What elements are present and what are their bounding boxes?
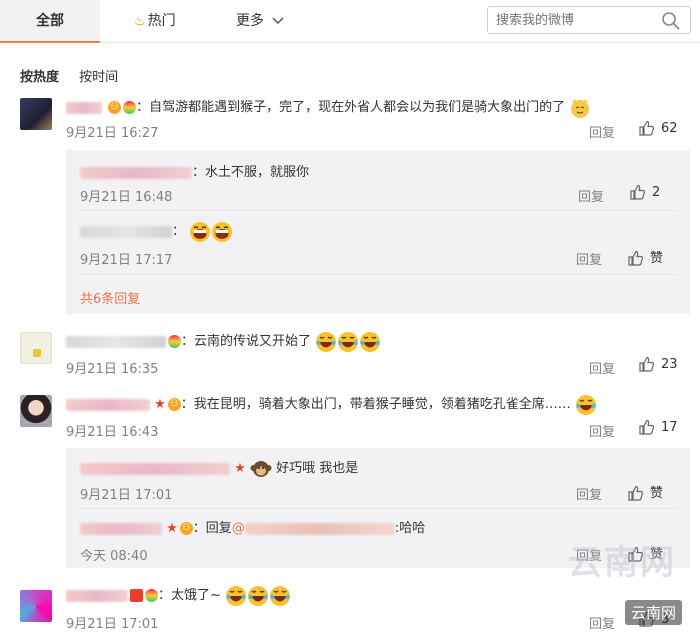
star-icon: ★ <box>234 461 246 476</box>
divider <box>80 274 678 275</box>
divider <box>80 508 678 509</box>
tab-more-label: 更多 <box>236 13 264 29</box>
comment-time: 9月21日 16:35 <box>66 362 159 377</box>
laugh-emoji-icon <box>212 221 233 242</box>
reply-button[interactable]: 回复 <box>589 421 615 440</box>
subreply-time: 9月21日 16:48 <box>80 190 173 205</box>
comment-time: 9月21日 16:27 <box>66 126 159 141</box>
reply-button[interactable]: 回复 <box>589 358 615 377</box>
comment-text: ⚇ ：自驾游都能遇到猴子，完了，现在外省人都会以为我们是骑大象出门的了 <box>66 96 591 119</box>
comment-time: 9月21日 17:01 <box>66 617 159 632</box>
laugh-emoji-icon <box>190 221 211 242</box>
sort-options: 按热度 按时间 <box>20 66 134 85</box>
laugh-cry-emoji-icon <box>226 585 247 606</box>
laugh-cry-emoji-icon <box>575 394 596 415</box>
subreply-time: 9月21日 17:17 <box>80 253 173 268</box>
tab-more[interactable]: 更多 <box>236 0 284 42</box>
sort-by-time[interactable]: 按时间 <box>79 70 118 85</box>
avatar[interactable] <box>20 590 52 622</box>
avatar[interactable] <box>20 332 52 364</box>
username[interactable] <box>66 335 166 348</box>
comment-time: 9月21日 16:43 <box>66 425 159 440</box>
star-icon: ★ <box>154 397 166 412</box>
username[interactable] <box>80 225 172 238</box>
subreply-text: ： <box>80 220 233 243</box>
username[interactable] <box>80 462 230 475</box>
monkey-emoji-icon <box>250 460 272 477</box>
reply-button[interactable]: 回复 <box>576 484 602 503</box>
vip-icon: ⚇ <box>167 398 181 411</box>
avatar[interactable] <box>20 395 52 427</box>
mention-link[interactable]: @ <box>232 521 245 536</box>
thumbs-up-icon <box>639 356 655 372</box>
tab-hot-label: 热门 <box>147 13 176 29</box>
vip-icon <box>130 589 143 602</box>
subreply-time: 9月21日 17:01 <box>80 488 173 503</box>
like-button[interactable]: 赞 <box>627 247 663 267</box>
like-button[interactable]: 62 <box>638 120 678 137</box>
like-button[interactable]: 2 <box>629 184 660 201</box>
subreply-text: ★ 好巧哦 我也是 <box>80 457 358 480</box>
tab-all[interactable]: 全部 <box>0 0 100 43</box>
subreply-text: ★ ⚇ ：回复@:哈哈 <box>80 517 425 536</box>
reply-button[interactable]: 回复 <box>576 249 602 268</box>
medal-icon <box>145 589 158 602</box>
search-input[interactable] <box>488 7 664 33</box>
reply-button[interactable]: 回复 <box>589 122 615 141</box>
comment-text: ★ ⚇ ：我在昆明，骑着大象出门，带着猴子睡觉，领着猪吃孔雀全席…… <box>66 393 597 416</box>
sort-by-hot[interactable]: 按热度 <box>20 70 59 85</box>
like-button[interactable]: 17 <box>638 419 678 436</box>
chevron-down-icon <box>272 17 284 25</box>
laugh-cry-emoji-icon <box>360 331 381 352</box>
mention-username[interactable] <box>244 522 395 535</box>
brand-logo: 云南网 <box>624 600 682 625</box>
thumbs-up-icon <box>639 120 655 136</box>
comment-text: ：太饿了~ <box>66 584 291 607</box>
username[interactable] <box>80 166 192 179</box>
like-button[interactable]: 赞 <box>627 482 663 502</box>
more-replies-link[interactable]: 共6条回复 <box>80 288 140 307</box>
divider <box>80 210 678 211</box>
star-icon: ★ <box>166 521 178 536</box>
thumbs-up-icon <box>628 485 644 501</box>
vip-icon: ⚇ <box>108 101 122 114</box>
username[interactable] <box>66 101 102 114</box>
top-nav: 全部 ♨ 热门 更多 <box>0 0 700 43</box>
thumbs-up-icon <box>628 250 644 266</box>
avatar[interactable] <box>20 98 52 130</box>
username[interactable] <box>80 522 162 535</box>
search-icon[interactable] <box>660 10 682 32</box>
thumbs-up-icon <box>630 184 646 200</box>
laugh-cry-emoji-icon <box>338 331 359 352</box>
reply-button[interactable]: 回复 <box>578 186 604 205</box>
flame-icon: ♨ <box>134 14 146 29</box>
like-button[interactable]: 23 <box>638 356 678 373</box>
thumbs-up-icon <box>639 419 655 435</box>
medal-icon <box>168 335 181 348</box>
subreply-time: 今天 08:40 <box>80 549 148 564</box>
laugh-cry-emoji-icon <box>248 585 269 606</box>
laugh-cry-emoji-icon <box>316 331 337 352</box>
laugh-cry-emoji-icon <box>270 585 291 606</box>
username[interactable] <box>66 398 150 411</box>
username[interactable] <box>66 589 128 602</box>
search-box[interactable] <box>487 6 691 34</box>
subreply-text: ：水土不服，就服你 <box>80 161 309 180</box>
medal-icon <box>123 101 137 114</box>
vip-icon: ⚇ <box>179 522 193 535</box>
tab-hot[interactable]: ♨ 热门 <box>134 0 176 42</box>
watermark: 云南网 <box>568 543 676 583</box>
cat-emoji-icon <box>571 98 590 118</box>
comment-text: ：云南的传说又开始了 <box>66 330 381 353</box>
reply-button[interactable]: 回复 <box>589 613 615 632</box>
